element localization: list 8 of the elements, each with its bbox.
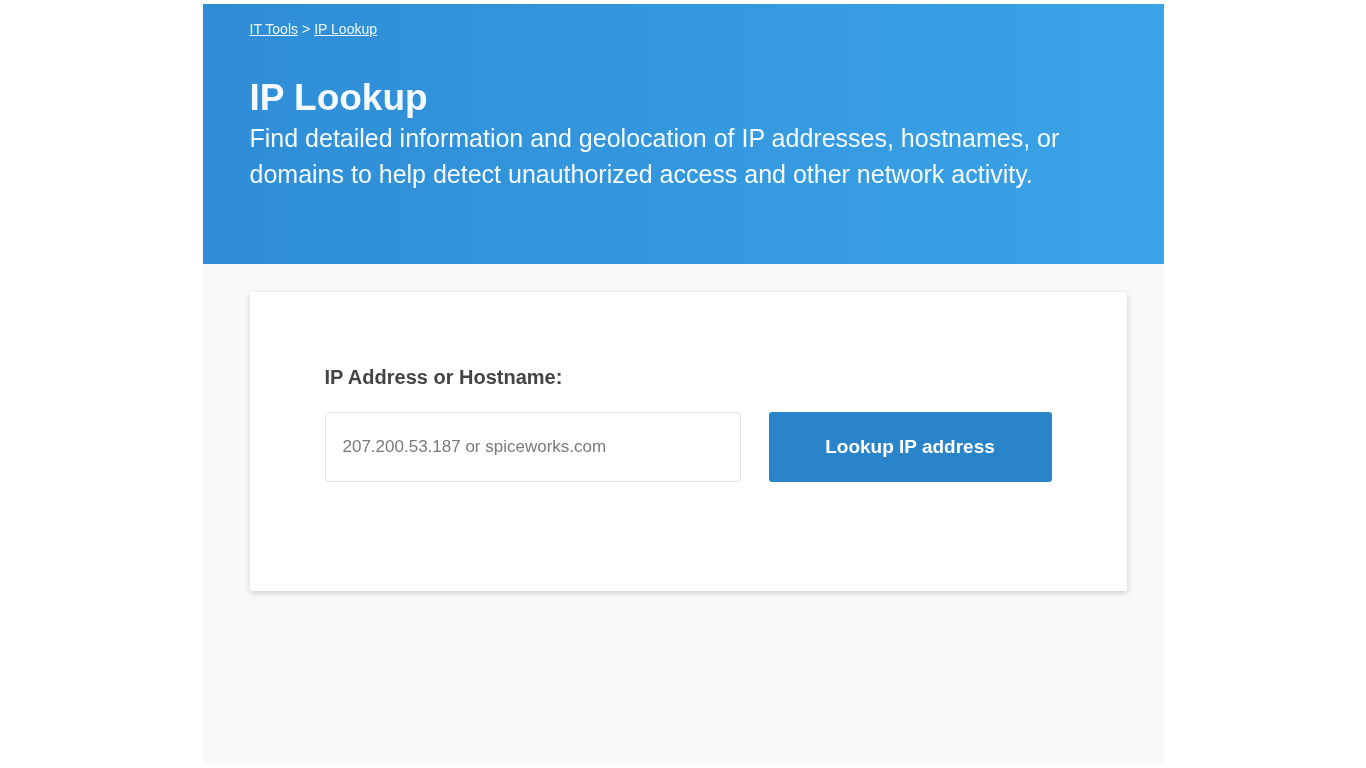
page-description: Find detailed information and geolocation of IP addresses, hostnames, or domains to help detect unauthorized access and other network activity. — [249, 123, 1061, 190]
breadcrumb-separator: > — [302, 20, 311, 39]
lookup-button[interactable]: Lookup IP address — [768, 412, 1052, 482]
breadcrumb-link[interactable]: IP Lookup — [314, 19, 377, 40]
field-label: IP Address or Hostname: — [324, 365, 563, 389]
breadcrumb-link[interactable]: IT Tools — [249, 19, 298, 40]
ip-input-field[interactable]: 207.200.53.187 or spiceworks.com — [324, 412, 741, 482]
page-title: IP Lookup — [249, 76, 429, 120]
